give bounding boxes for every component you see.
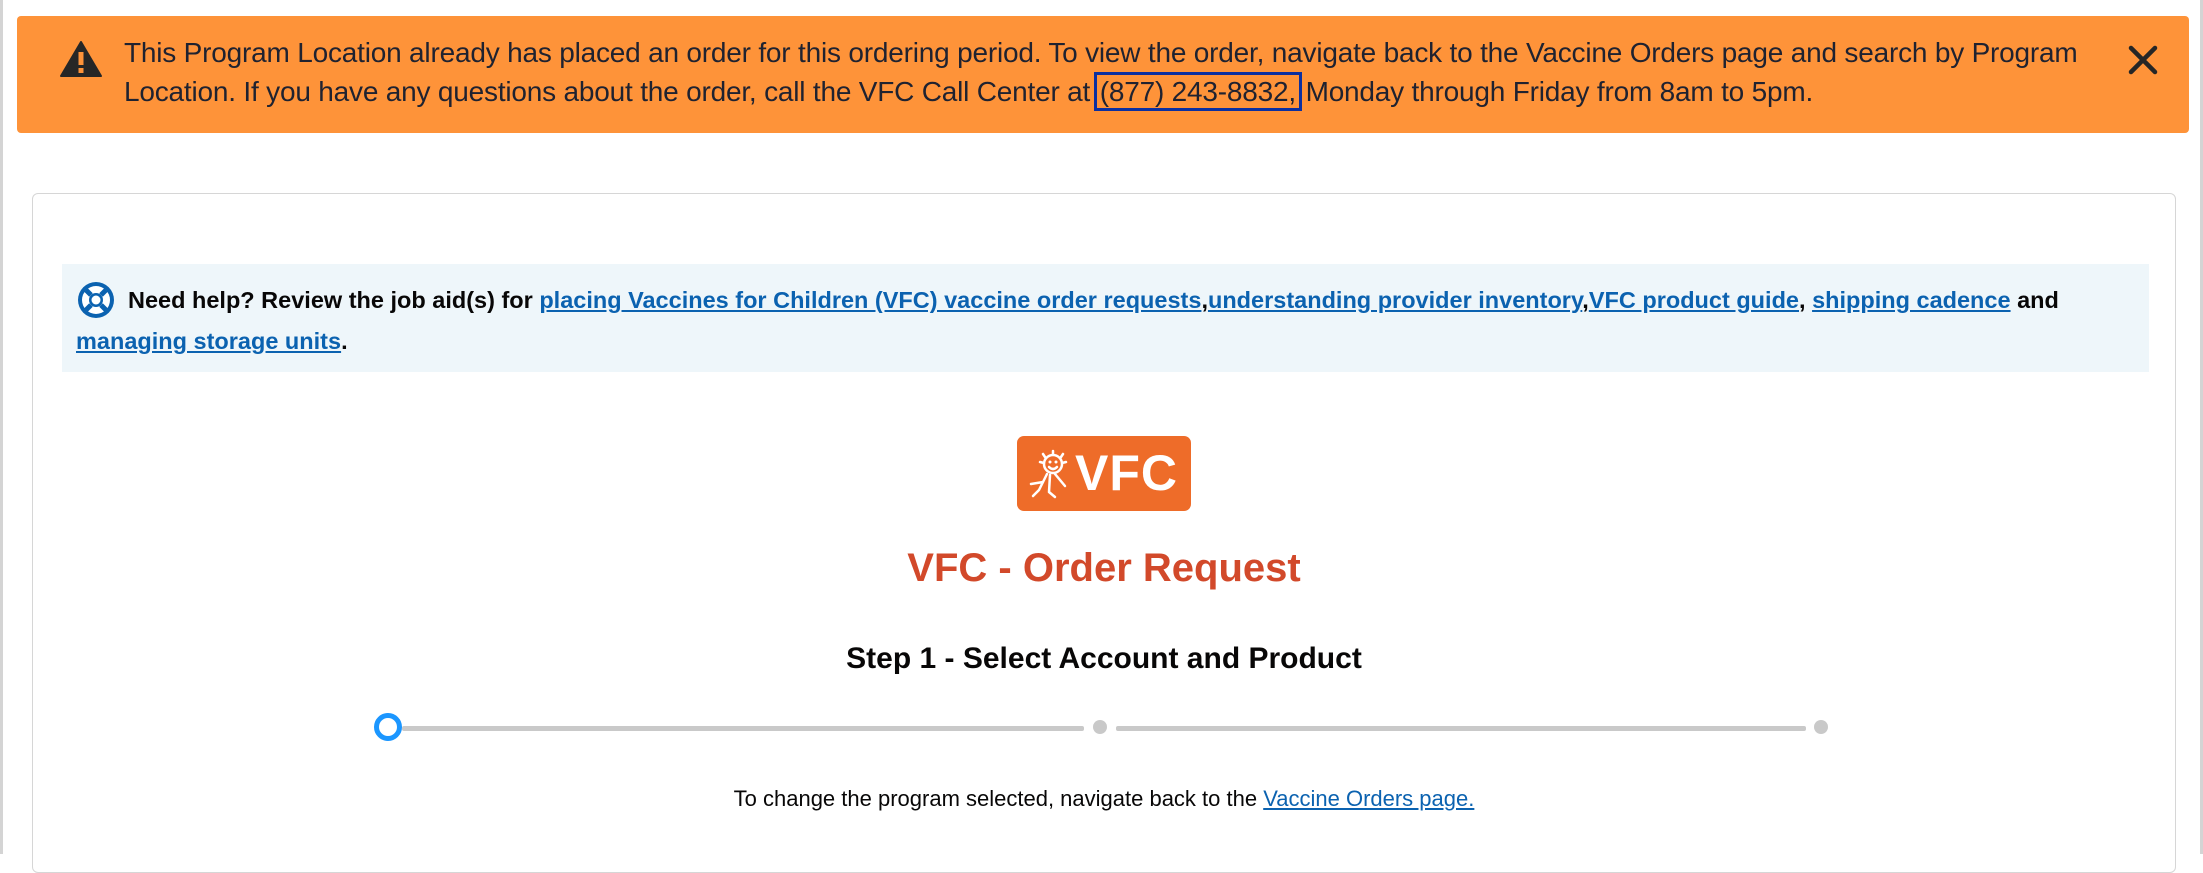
job-aid-link-product-guide[interactable]: VFC product guide — [1589, 287, 1799, 313]
help-banner: Need help? Review the job aid(s) for pla… — [62, 264, 2149, 372]
page-title: VFC - Order Request — [907, 546, 1301, 590]
vaccine-orders-page-link[interactable]: Vaccine Orders page. — [1263, 786, 1474, 811]
help-sep-3: , — [1799, 287, 1813, 313]
progress-stepper — [374, 712, 1834, 742]
window-left-edge — [0, 0, 3, 854]
warning-toast: This Program Location already has placed… — [17, 16, 2189, 133]
job-aid-link-provider-inventory[interactable]: understanding provider inventory — [1208, 287, 1582, 313]
toast-message-part2: Monday through Friday from 8am to 5pm. — [1297, 76, 1814, 107]
help-text: Need help? Review the job aid(s) for pla… — [76, 280, 2136, 362]
job-aid-link-shipping-cadence[interactable]: shipping cadence — [1812, 287, 2011, 313]
toast-message: This Program Location already has placed… — [124, 33, 2104, 111]
help-end: . — [341, 328, 348, 354]
warning-icon — [60, 41, 102, 77]
step-indicator-3[interactable] — [1814, 720, 1828, 734]
help-intro: Need help? Review the job aid(s) for — [128, 287, 540, 313]
help-and: and — [2010, 287, 2059, 313]
step-connector-2 — [1116, 726, 1806, 731]
child-mascot-icon — [1029, 449, 1068, 499]
vfc-logo: VFC — [1017, 436, 1191, 511]
order-request-card: Need help? Review the job aid(s) for pla… — [32, 193, 2176, 873]
step-indicator-1-active[interactable] — [374, 713, 402, 741]
step-title: Step 1 - Select Account and Product — [846, 642, 1362, 675]
job-aid-link-storage-units[interactable]: managing storage units — [76, 328, 341, 354]
logo-text: VFC — [1075, 445, 1178, 501]
call-center-phone-link[interactable]: (877) 243-8832, — [1093, 72, 1302, 111]
change-program-text: To change the program selected, navigate… — [733, 786, 1264, 811]
step-connector-1 — [402, 726, 1084, 731]
close-icon[interactable] — [2123, 40, 2163, 80]
step-indicator-2[interactable] — [1093, 720, 1107, 734]
change-program-note: To change the program selected, navigate… — [33, 786, 2175, 812]
job-aid-link-placing-orders[interactable]: placing Vaccines for Children (VFC) vacc… — [539, 287, 1201, 313]
